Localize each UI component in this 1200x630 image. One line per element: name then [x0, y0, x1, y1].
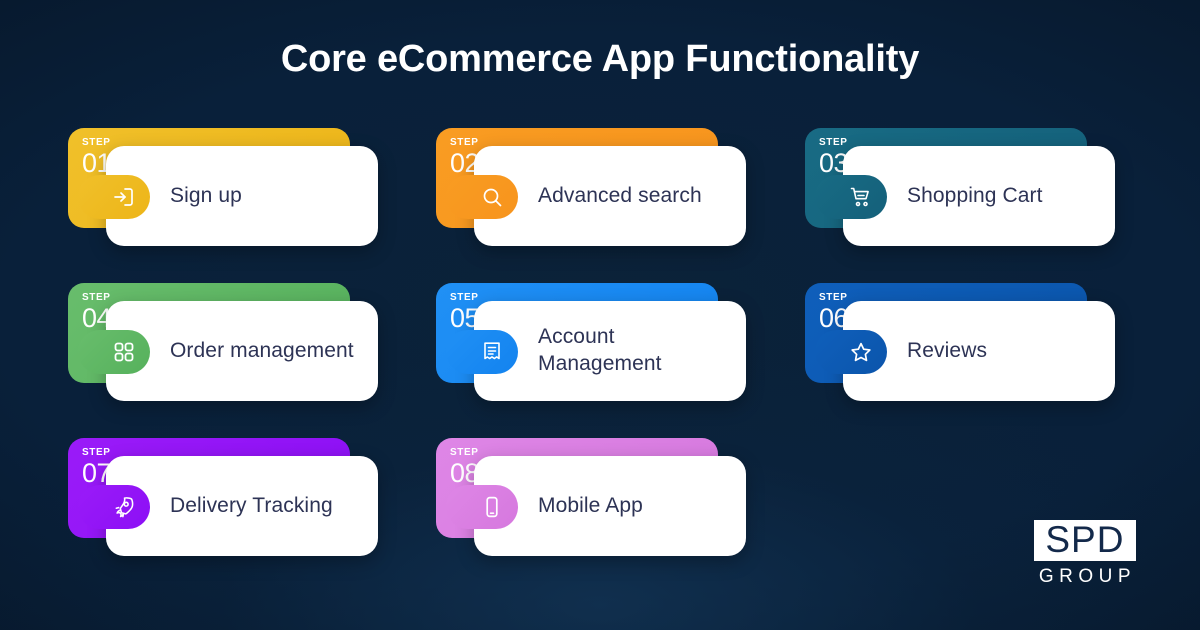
- login-icon: [78, 175, 150, 219]
- step-label: Mobile App: [538, 493, 643, 517]
- mobile-phone-icon: [446, 485, 518, 529]
- step-label: Advanced search: [538, 183, 702, 207]
- step-word: STEP: [82, 137, 111, 148]
- step-card-06[interactable]: STEP 06 Reviews: [805, 283, 1115, 401]
- step-label: Sign up: [170, 183, 242, 207]
- step-word: STEP: [450, 447, 479, 458]
- step-word: STEP: [819, 137, 848, 148]
- step-card-05[interactable]: STEP 05 Account Management: [436, 283, 746, 401]
- step-word: STEP: [819, 292, 848, 303]
- step-word: STEP: [82, 447, 111, 458]
- search-icon: [446, 175, 518, 219]
- page-title: Core eCommerce App Functionality: [280, 38, 920, 80]
- step-word: STEP: [82, 292, 111, 303]
- step-content-card[interactable]: Account Management: [446, 301, 746, 401]
- step-content-card[interactable]: Order management: [78, 301, 378, 401]
- receipt-icon: [446, 330, 518, 374]
- step-card-03[interactable]: STEP 03 Shopping Cart: [805, 128, 1115, 246]
- step-card-04[interactable]: STEP 04 Order management: [68, 283, 378, 401]
- rocket-icon: [78, 485, 150, 529]
- step-content-card[interactable]: Shopping Cart: [815, 146, 1115, 246]
- step-label: Delivery Tracking: [170, 493, 333, 517]
- shopping-cart-icon: [815, 175, 887, 219]
- step-card-07[interactable]: STEP 07 Delivery Tracking: [68, 438, 378, 556]
- step-card-08[interactable]: STEP 08 Mobile App: [436, 438, 746, 556]
- logo-word: GROUP: [1038, 566, 1136, 587]
- step-label: Shopping Cart: [907, 183, 1043, 207]
- star-icon: [815, 330, 887, 374]
- spd-group-logo: SPD GROUP: [1033, 520, 1136, 588]
- step-label: Reviews: [907, 338, 988, 362]
- step-content-card[interactable]: Delivery Tracking: [78, 456, 378, 556]
- logo-mark: SPD: [1033, 520, 1136, 561]
- step-label: Order management: [170, 338, 354, 362]
- step-content-card[interactable]: Reviews: [815, 301, 1115, 401]
- step-card-02[interactable]: STEP 02 Advanced search: [436, 128, 746, 246]
- step-word: STEP: [450, 292, 479, 303]
- step-content-card[interactable]: Advanced search: [446, 146, 746, 246]
- step-word: STEP: [450, 137, 479, 148]
- step-card-01[interactable]: STEP 01 Sign up: [68, 128, 378, 246]
- step-label: Account Management: [538, 325, 662, 375]
- grid-dots-icon: [78, 330, 150, 374]
- step-content-card[interactable]: Sign up: [78, 146, 378, 246]
- step-content-card[interactable]: Mobile App: [446, 456, 746, 556]
